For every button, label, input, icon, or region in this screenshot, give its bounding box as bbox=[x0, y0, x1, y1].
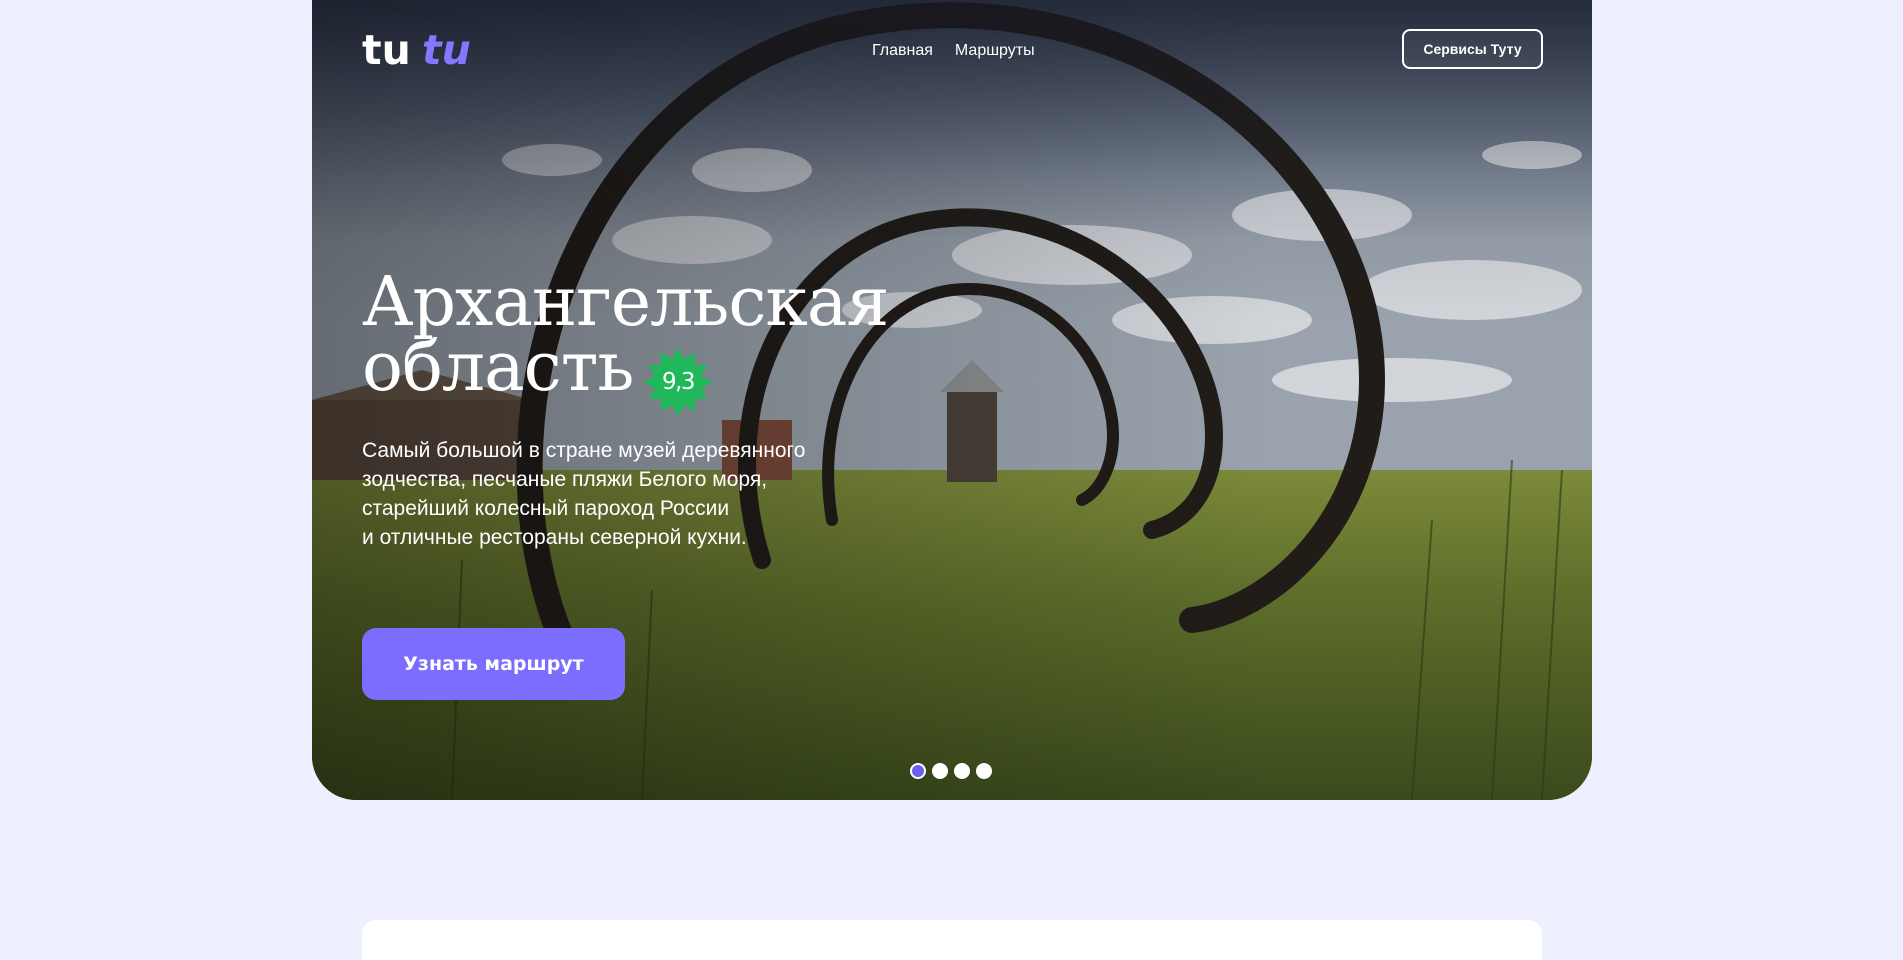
nav-item-home[interactable]: Главная bbox=[872, 40, 933, 62]
slide-dot-3[interactable] bbox=[954, 763, 970, 779]
logo-part-white: tu bbox=[362, 30, 411, 70]
slide-dot-1[interactable] bbox=[910, 763, 926, 779]
description-line: Самый большой в стране музей деревянного bbox=[362, 439, 806, 462]
main-nav: Главная Маршруты bbox=[872, 40, 1035, 62]
content-card bbox=[362, 920, 1542, 960]
region-title-line1: Архангельская bbox=[362, 263, 889, 342]
tutu-logo[interactable]: tu tu bbox=[362, 30, 484, 70]
slider-pagination bbox=[910, 763, 992, 781]
find-route-button[interactable]: Узнать маршрут bbox=[362, 628, 625, 700]
logo-part-accent: tu bbox=[422, 30, 471, 70]
description-line: и отличные рестораны северной кухни. bbox=[362, 526, 747, 549]
description-line: зодчества, песчаные пляжи Белого моря, bbox=[362, 468, 768, 491]
rating-badge: 9,3 bbox=[642, 346, 714, 418]
nav-item-routes[interactable]: Маршруты bbox=[955, 40, 1035, 62]
hero-banner: tu tu Главная Маршруты Сервисы Туту Арха… bbox=[312, 0, 1592, 800]
services-button[interactable]: Сервисы Туту bbox=[1402, 29, 1543, 69]
slide-dot-4[interactable] bbox=[976, 763, 992, 779]
tutu-logo-mark: tu tu bbox=[362, 30, 471, 70]
region-description: Самый большой в стране музей деревянного… bbox=[362, 436, 882, 552]
region-title: Архангельская область bbox=[362, 263, 889, 407]
rating-value: 9,3 bbox=[661, 369, 696, 395]
region-title-line2: область bbox=[362, 328, 634, 407]
slide-dot-2[interactable] bbox=[932, 763, 948, 779]
description-line: старейший колесный пароход России bbox=[362, 497, 730, 520]
